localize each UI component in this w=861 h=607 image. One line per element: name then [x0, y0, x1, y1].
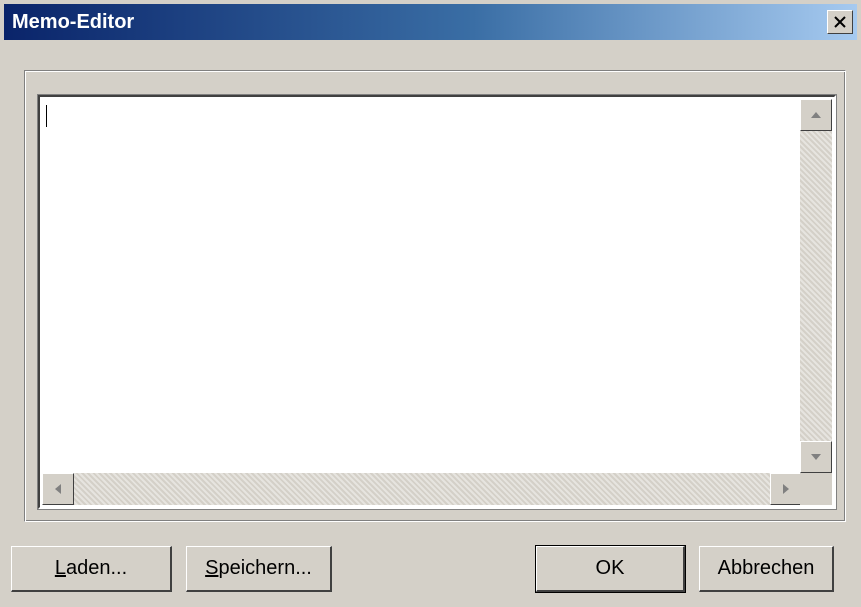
arrow-up-icon — [811, 112, 821, 118]
window-title: Memo-Editor — [12, 11, 135, 33]
load-button-accel: L — [54, 557, 66, 579]
scroll-left-button[interactable] — [42, 473, 74, 505]
text-caret — [46, 105, 47, 127]
close-button[interactable] — [827, 10, 853, 34]
save-button-accel: S — [205, 557, 219, 579]
vertical-scrollbar[interactable] — [800, 99, 832, 473]
title-bar[interactable]: Memo-Editor — [4, 4, 857, 40]
load-button-label: aden... — [65, 557, 128, 579]
load-button[interactable]: Laden... — [11, 546, 172, 592]
arrow-right-icon — [783, 484, 789, 494]
save-button-label: peichern... — [218, 557, 312, 579]
arrow-left-icon — [55, 484, 61, 494]
scroll-up-button[interactable] — [800, 99, 832, 131]
memo-editor-window: Memo-Editor Laden... S peichern... OK Ab… — [0, 0, 861, 607]
scroll-down-button[interactable] — [800, 441, 832, 473]
scroll-right-button[interactable] — [770, 473, 802, 505]
close-icon — [834, 16, 846, 28]
save-button[interactable]: Speichern... — [186, 546, 332, 592]
horizontal-scrollbar[interactable] — [42, 473, 802, 505]
memo-textarea[interactable] — [37, 94, 837, 510]
scrollbar-corner — [800, 473, 832, 505]
cancel-button[interactable]: Abbrechen — [699, 546, 834, 592]
ok-button[interactable]: OK — [535, 545, 686, 593]
arrow-down-icon — [811, 454, 821, 460]
